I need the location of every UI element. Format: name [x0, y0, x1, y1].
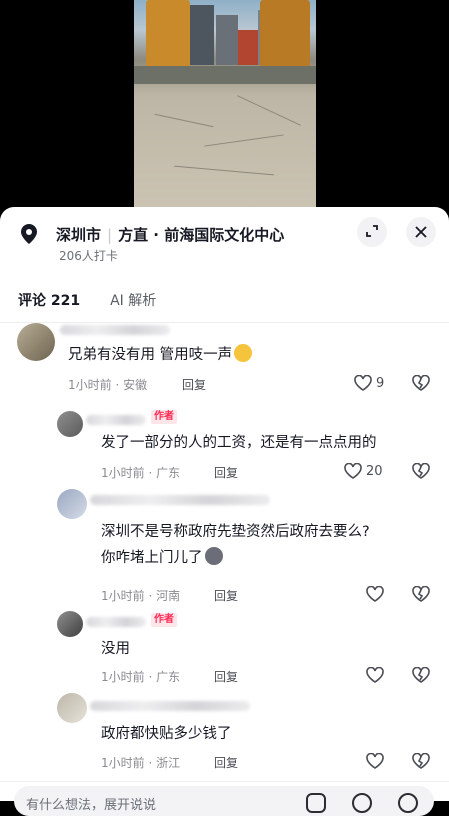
broken-heart-icon — [412, 374, 430, 391]
avatar[interactable] — [57, 489, 87, 519]
tab-comments[interactable]: 评论 221 — [18, 290, 80, 310]
at-icon[interactable] — [352, 793, 372, 813]
tab-ai-analysis[interactable]: AI 解析 — [110, 290, 156, 310]
video-frame — [134, 0, 316, 212]
username-blurred[interactable] — [86, 415, 146, 425]
comment-text: 深圳不是号称政府先垫资然后政府去要么? — [101, 524, 370, 540]
checkin-count: 206人打卡 — [59, 249, 118, 263]
like-button[interactable] — [366, 667, 384, 683]
dislike-button[interactable] — [412, 462, 430, 483]
comment-text: 兄弟有没有用 管用吱一声 — [68, 344, 253, 366]
heart-icon — [366, 586, 384, 602]
like-button[interactable]: 9 — [354, 375, 384, 391]
close-button[interactable] — [406, 217, 436, 247]
location-place: 方直 · 前海国际文化中心 — [118, 225, 285, 244]
comment-meta: 1小时前 · 广东 — [101, 466, 181, 480]
heart-icon — [366, 667, 384, 683]
broken-heart-icon — [412, 462, 430, 479]
like-count: 9 — [376, 375, 385, 391]
video-player[interactable] — [0, 0, 449, 212]
comment-meta: 1小时前 · 浙江 — [101, 756, 181, 770]
comment-meta: 1小时前 · 河南 — [101, 589, 181, 603]
location-separator: | — [107, 225, 113, 244]
heart-icon — [354, 375, 372, 391]
reply-button[interactable]: 回复 — [214, 754, 238, 771]
close-icon — [415, 223, 427, 242]
comment-text: 没用 — [101, 641, 130, 657]
comment-meta: 1小时前 · 安徽 — [68, 378, 148, 392]
broken-heart-icon — [412, 666, 430, 683]
emoji-icon[interactable] — [398, 793, 418, 813]
avatar[interactable] — [57, 611, 83, 637]
image-icon[interactable] — [306, 793, 326, 813]
username-blurred[interactable] — [90, 701, 250, 711]
reply-button[interactable]: 回复 — [214, 668, 238, 685]
comment-text: 发了一部分的人的工资，还是有一点点用的 — [101, 435, 377, 451]
expand-button[interactable] — [357, 217, 387, 247]
dislike-button[interactable] — [412, 752, 430, 773]
smirk-emoji-icon — [234, 344, 253, 362]
avatar[interactable] — [17, 323, 55, 361]
like-button[interactable] — [366, 586, 384, 602]
location-title: 深圳市 | 方直 · 前海国际文化中心 — [56, 224, 284, 245]
expand-icon — [365, 223, 379, 242]
author-badge: 作者 — [151, 613, 177, 627]
comment-text: 政府都快贴多少钱了 — [101, 726, 232, 742]
broken-heart-icon — [412, 585, 430, 602]
reply-button[interactable]: 回复 — [214, 587, 238, 604]
comment-meta: 1小时前 · 广东 — [101, 670, 181, 684]
comment-tabs: 评论 221 AI 解析 — [18, 290, 186, 310]
tabs-divider — [0, 322, 449, 323]
comment-text-line2: 你咋堵上门儿了 — [101, 547, 223, 569]
heart-icon — [344, 463, 362, 479]
comment-input[interactable]: 有什么想法，展开说说 — [14, 786, 434, 816]
location-pin-icon — [18, 223, 40, 245]
username-blurred[interactable] — [90, 495, 270, 505]
avatar[interactable] — [57, 693, 87, 723]
dislike-button[interactable] — [412, 374, 430, 395]
heart-icon — [366, 753, 384, 769]
author-badge: 作者 — [151, 410, 177, 424]
username-blurred[interactable] — [86, 617, 146, 627]
username-blurred[interactable] — [60, 325, 170, 335]
comment-sheet: 深圳市 | 方直 · 前海国际文化中心 206人打卡 评论 221 AI 解析 兄弟… — [0, 207, 449, 800]
like-count: 20 — [366, 463, 383, 479]
location-header[interactable]: 深圳市 | 方直 · 前海国际文化中心 — [18, 223, 284, 245]
dislike-button[interactable] — [412, 666, 430, 687]
broken-heart-icon — [412, 752, 430, 769]
location-city: 深圳市 — [56, 225, 102, 244]
like-button[interactable] — [366, 753, 384, 769]
avatar[interactable] — [57, 411, 83, 437]
comment-input-bar: 有什么想法，展开说说 — [0, 781, 449, 816]
reply-button[interactable]: 回复 — [214, 464, 238, 481]
cat-emoji-icon — [204, 547, 223, 565]
comment-input-placeholder: 有什么想法，展开说说 — [26, 798, 157, 813]
reply-button[interactable]: 回复 — [182, 376, 206, 393]
dislike-button[interactable] — [412, 585, 430, 606]
like-button[interactable]: 20 — [344, 463, 383, 479]
